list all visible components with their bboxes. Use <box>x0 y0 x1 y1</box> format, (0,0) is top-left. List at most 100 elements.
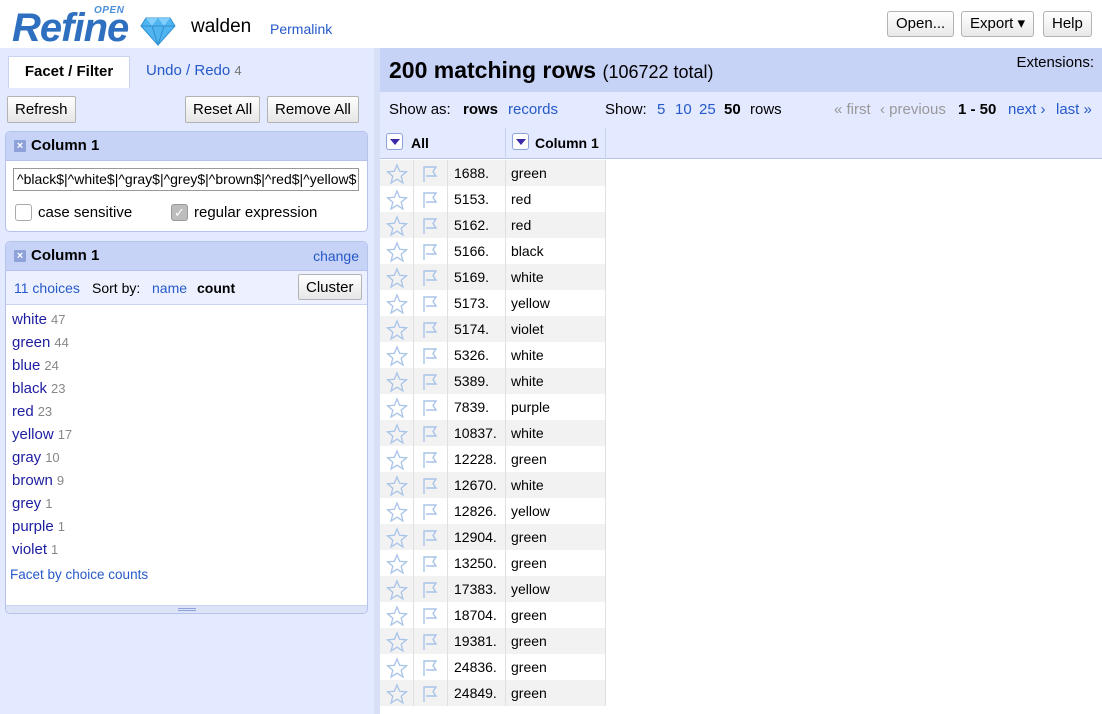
flag-icon[interactable] <box>420 684 440 704</box>
regex-checkbox[interactable]: ✓ <box>171 204 188 221</box>
change-link[interactable]: change <box>313 248 359 264</box>
cell-value[interactable]: green <box>506 160 606 186</box>
choice-label[interactable]: green <box>12 334 50 351</box>
flag-icon[interactable] <box>420 294 440 314</box>
flag-icon[interactable] <box>420 190 440 210</box>
cell-value[interactable]: green <box>506 524 606 550</box>
cell-value[interactable]: green <box>506 602 606 628</box>
star-icon[interactable] <box>385 345 409 367</box>
permalink-link[interactable]: Permalink <box>270 21 332 37</box>
flag-icon[interactable] <box>420 372 440 392</box>
choice-label[interactable]: blue <box>12 357 40 374</box>
export-button[interactable]: Export ▾ <box>961 11 1035 37</box>
flag-icon[interactable] <box>420 242 440 262</box>
cell-value[interactable]: green <box>506 550 606 576</box>
flag-icon[interactable] <box>420 554 440 574</box>
last-page-link[interactable]: last » <box>1056 101 1092 118</box>
cell-value[interactable]: violet <box>506 316 606 342</box>
tab-facet-filter[interactable]: Facet / Filter <box>8 56 130 88</box>
choice-item[interactable]: yellow 17 <box>12 426 72 443</box>
reset-all-button[interactable]: Reset All <box>185 96 261 123</box>
tab-undo-redo[interactable]: Undo / Redo 4 <box>146 56 242 88</box>
star-icon[interactable] <box>385 423 409 445</box>
help-button[interactable]: Help <box>1043 11 1092 37</box>
choices-count-link[interactable]: 11 choices <box>14 280 80 296</box>
records-mode-link[interactable]: records <box>508 101 558 118</box>
star-icon[interactable] <box>385 579 409 601</box>
flag-icon[interactable] <box>420 424 440 444</box>
star-icon[interactable] <box>385 371 409 393</box>
cell-value[interactable]: yellow <box>506 576 606 602</box>
cell-value[interactable]: white <box>506 368 606 394</box>
choice-item[interactable]: grey 1 <box>12 495 52 512</box>
facet-resize-handle[interactable] <box>6 605 367 613</box>
cell-value[interactable]: red <box>506 186 606 212</box>
filter-text-input[interactable]: ^black$|^white$|^gray$|^grey$|^brown$|^r… <box>13 168 359 191</box>
choice-label[interactable]: red <box>12 403 34 420</box>
next-page-link[interactable]: next › <box>1008 101 1046 118</box>
choice-item[interactable]: green 44 <box>12 334 69 351</box>
star-icon[interactable] <box>385 449 409 471</box>
choice-label[interactable]: gray <box>12 449 41 466</box>
star-icon[interactable] <box>385 293 409 315</box>
flag-icon[interactable] <box>420 502 440 522</box>
cell-value[interactable]: green <box>506 628 606 654</box>
flag-icon[interactable] <box>420 164 440 184</box>
chevron-down-icon[interactable] <box>512 133 529 150</box>
star-icon[interactable] <box>385 605 409 627</box>
choice-item[interactable]: gray 10 <box>12 449 60 466</box>
star-icon[interactable] <box>385 163 409 185</box>
cell-value[interactable]: white <box>506 420 606 446</box>
refresh-button[interactable]: Refresh <box>7 96 76 123</box>
flag-icon[interactable] <box>420 580 440 600</box>
openrefine-logo[interactable]: OPEN Refine <box>12 4 177 48</box>
cell-value[interactable]: white <box>506 342 606 368</box>
choice-item[interactable]: black 23 <box>12 380 66 397</box>
open-button[interactable]: Open... <box>887 11 955 37</box>
choice-item[interactable]: white 47 <box>12 311 66 328</box>
flag-icon[interactable] <box>420 320 440 340</box>
cell-value[interactable]: red <box>506 212 606 238</box>
remove-all-button[interactable]: Remove All <box>267 96 359 123</box>
star-icon[interactable] <box>385 215 409 237</box>
cell-value[interactable]: black <box>506 238 606 264</box>
extensions-menu[interactable]: Extensions: <box>1016 54 1094 71</box>
cell-value[interactable]: white <box>506 472 606 498</box>
choice-label[interactable]: violet <box>12 541 47 558</box>
page-size-10[interactable]: 10 <box>675 101 692 118</box>
choice-item[interactable]: purple 1 <box>12 518 65 535</box>
flag-icon[interactable] <box>420 398 440 418</box>
choice-item[interactable]: red 23 <box>12 403 52 420</box>
choice-item[interactable]: violet 1 <box>12 541 58 558</box>
choice-label[interactable]: black <box>12 380 47 397</box>
cell-value[interactable]: yellow <box>506 290 606 316</box>
cell-value[interactable]: green <box>506 680 606 706</box>
chevron-down-icon[interactable] <box>386 133 403 150</box>
choice-item[interactable]: blue 24 <box>12 357 59 374</box>
choice-label[interactable]: brown <box>12 472 53 489</box>
cluster-button[interactable]: Cluster <box>298 274 362 300</box>
flag-icon[interactable] <box>420 268 440 288</box>
cell-value[interactable]: green <box>506 654 606 680</box>
flag-icon[interactable] <box>420 216 440 236</box>
choice-item[interactable]: brown 9 <box>12 472 64 489</box>
cell-value[interactable]: white <box>506 264 606 290</box>
star-icon[interactable] <box>385 527 409 549</box>
star-icon[interactable] <box>385 397 409 419</box>
close-icon[interactable]: × <box>14 250 26 262</box>
flag-icon[interactable] <box>420 450 440 470</box>
choice-label[interactable]: grey <box>12 495 41 512</box>
sort-name-link[interactable]: name <box>152 280 187 296</box>
flag-icon[interactable] <box>420 632 440 652</box>
star-icon[interactable] <box>385 657 409 679</box>
flag-icon[interactable] <box>420 658 440 678</box>
choice-label[interactable]: purple <box>12 518 54 535</box>
star-icon[interactable] <box>385 501 409 523</box>
flag-icon[interactable] <box>420 346 440 366</box>
facet-by-choice-counts-link[interactable]: Facet by choice counts <box>10 567 148 582</box>
page-size-25[interactable]: 25 <box>699 101 716 118</box>
star-icon[interactable] <box>385 475 409 497</box>
flag-icon[interactable] <box>420 606 440 626</box>
star-icon[interactable] <box>385 683 409 705</box>
case-sensitive-checkbox[interactable] <box>15 204 32 221</box>
